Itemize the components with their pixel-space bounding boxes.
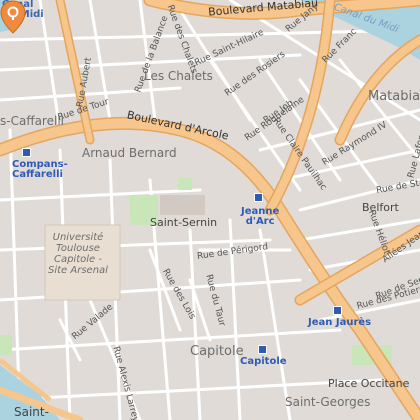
metro-icon-capitole	[258, 345, 267, 354]
label-arnaud-bernard: Arnaud Bernard	[82, 146, 177, 160]
label-universite-toulouse-capitole: Université Toulouse Capitole - Site Arse…	[48, 232, 108, 276]
label-saint-sernin: Saint-Sernin	[150, 216, 218, 229]
metro-icon-jean-jaures	[333, 306, 342, 315]
map-canvas[interactable]: Canal du Midi Boulevard Matabiau Canal d…	[0, 0, 420, 420]
label-jean-jaures: Jean Jaurès	[308, 317, 372, 328]
label-place-occitane: Place Occitane	[328, 377, 410, 390]
label-compans-caffarelli-district: s-Caffarelli	[0, 114, 64, 128]
saint-sernin-block	[160, 195, 205, 215]
map-marker-icon[interactable]	[0, 0, 26, 34]
label-les-chalets: Les Chalets	[144, 69, 213, 83]
label-saint-georges: Saint-Georges	[285, 395, 371, 409]
label-compans-caffarelli-station: Compans- Caffarelli	[12, 159, 68, 180]
label-matabiau: Matabiau	[368, 89, 420, 104]
label-saint-bottom: Saint-	[14, 405, 49, 419]
label-jeanne-darc: Jeanne d'Arc	[241, 206, 280, 227]
metro-icon-compans	[22, 148, 31, 157]
metro-icon-jeanne-darc	[254, 193, 263, 202]
label-capitole-station: Capitole	[240, 356, 287, 367]
label-capitole-district: Capitole	[190, 344, 244, 359]
